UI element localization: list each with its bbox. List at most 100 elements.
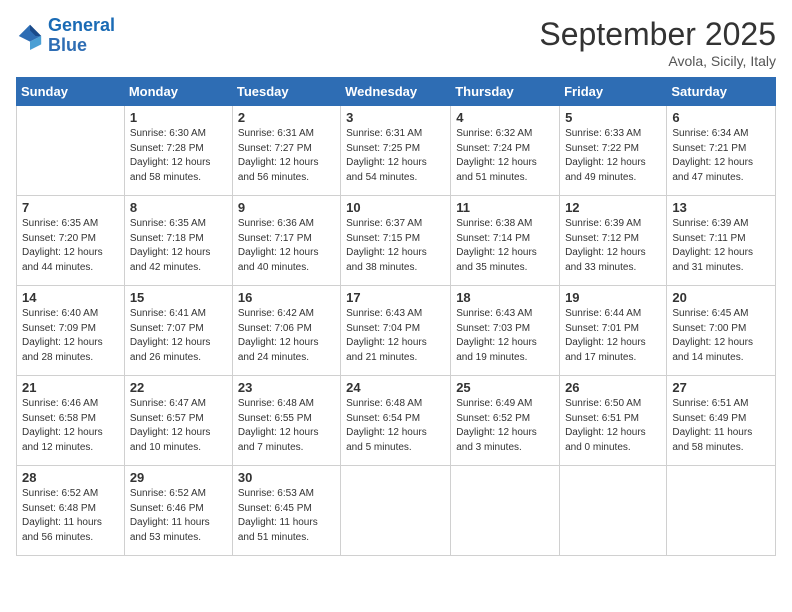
month-title: September 2025: [539, 16, 776, 53]
calendar-cell: 18 Sunrise: 6:43 AMSunset: 7:03 PMDayligh…: [451, 286, 560, 376]
logo-text: General Blue: [48, 16, 115, 56]
day-number: 21: [22, 380, 119, 395]
day-info: Sunrise: 6:40 AMSunset: 7:09 PMDaylight:…: [22, 307, 119, 365]
day-info: Sunrise: 6:49 AMSunset: 6:52 PMDaylight:…: [456, 397, 554, 455]
calendar-cell: 17 Sunrise: 6:43 AMSunset: 7:04 PMDayligh…: [341, 286, 451, 376]
day-info: Sunrise: 6:43 AMSunset: 7:04 PMDaylight:…: [346, 307, 445, 365]
calendar-cell: 3 Sunrise: 6:31 AMSunset: 7:25 PMDaylight…: [341, 106, 451, 196]
day-number: 10: [346, 200, 445, 215]
day-info: Sunrise: 6:31 AMSunset: 7:27 PMDaylight:…: [238, 127, 335, 185]
day-info: Sunrise: 6:32 AMSunset: 7:24 PMDaylight:…: [456, 127, 554, 185]
calendar-cell: 29 Sunrise: 6:52 AMSunset: 6:46 PMDayligh…: [124, 466, 232, 556]
day-info: Sunrise: 6:48 AMSunset: 6:55 PMDaylight:…: [238, 397, 335, 455]
day-number: 8: [130, 200, 227, 215]
day-info: Sunrise: 6:48 AMSunset: 6:54 PMDaylight:…: [346, 397, 445, 455]
day-number: 9: [238, 200, 335, 215]
day-number: 18: [456, 290, 554, 305]
day-number: 28: [22, 470, 119, 485]
day-info: Sunrise: 6:42 AMSunset: 7:06 PMDaylight:…: [238, 307, 335, 365]
calendar-cell: [341, 466, 451, 556]
day-info: Sunrise: 6:39 AMSunset: 7:12 PMDaylight:…: [565, 217, 661, 275]
day-info: Sunrise: 6:33 AMSunset: 7:22 PMDaylight:…: [565, 127, 661, 185]
calendar-cell: 1Sunrise: 6:30 AMSunset: 7:28 PMDaylight…: [124, 106, 232, 196]
calendar-cell: 22 Sunrise: 6:47 AMSunset: 6:57 PMDayligh…: [124, 376, 232, 466]
page-header: General Blue September 2025 Avola, Sicil…: [16, 16, 776, 69]
day-number: 19: [565, 290, 661, 305]
day-info: Sunrise: 6:37 AMSunset: 7:15 PMDaylight:…: [346, 217, 445, 275]
calendar-cell: 24Sunrise: 6:48 AMSunset: 6:54 PMDayligh…: [341, 376, 451, 466]
day-number: 13: [672, 200, 770, 215]
day-number: 1: [130, 110, 227, 125]
day-info: Sunrise: 6:47 AMSunset: 6:57 PMDaylight:…: [130, 397, 227, 455]
day-number: 22: [130, 380, 227, 395]
calendar: SundayMondayTuesdayWednesdayThursdayFrid…: [16, 77, 776, 556]
calendar-cell: 8 Sunrise: 6:35 AMSunset: 7:18 PMDaylight…: [124, 196, 232, 286]
day-info: Sunrise: 6:43 AMSunset: 7:03 PMDaylight:…: [456, 307, 554, 365]
day-info: Sunrise: 6:34 AMSunset: 7:21 PMDaylight:…: [672, 127, 770, 185]
day-number: 5: [565, 110, 661, 125]
day-number: 15: [130, 290, 227, 305]
day-info: Sunrise: 6:36 AMSunset: 7:17 PMDaylight:…: [238, 217, 335, 275]
calendar-cell: 9 Sunrise: 6:36 AMSunset: 7:17 PMDaylight…: [232, 196, 340, 286]
day-info: Sunrise: 6:41 AMSunset: 7:07 PMDaylight:…: [130, 307, 227, 365]
calendar-cell: 2 Sunrise: 6:31 AMSunset: 7:27 PMDaylight…: [232, 106, 340, 196]
logo: General Blue: [16, 16, 115, 56]
day-of-week-header: Sunday: [17, 78, 125, 106]
day-info: Sunrise: 6:50 AMSunset: 6:51 PMDaylight:…: [565, 397, 661, 455]
day-number: 26: [565, 380, 661, 395]
calendar-cell: 13 Sunrise: 6:39 AMSunset: 7:11 PMDayligh…: [667, 196, 776, 286]
day-number: 3: [346, 110, 445, 125]
calendar-cell: 19 Sunrise: 6:44 AMSunset: 7:01 PMDayligh…: [560, 286, 667, 376]
day-of-week-header: Tuesday: [232, 78, 340, 106]
calendar-cell: 10 Sunrise: 6:37 AMSunset: 7:15 PMDayligh…: [341, 196, 451, 286]
day-of-week-header: Thursday: [451, 78, 560, 106]
day-number: 23: [238, 380, 335, 395]
day-number: 14: [22, 290, 119, 305]
calendar-cell: [560, 466, 667, 556]
calendar-cell: 25Sunrise: 6:49 AMSunset: 6:52 PMDayligh…: [451, 376, 560, 466]
calendar-cell: 6 Sunrise: 6:34 AMSunset: 7:21 PMDaylight…: [667, 106, 776, 196]
calendar-cell: 7 Sunrise: 6:35 AMSunset: 7:20 PMDaylight…: [17, 196, 125, 286]
day-number: 6: [672, 110, 770, 125]
calendar-cell: 20Sunrise: 6:45 AMSunset: 7:00 PMDayligh…: [667, 286, 776, 376]
day-info: Sunrise: 6:52 AMSunset: 6:48 PMDaylight:…: [22, 487, 119, 545]
day-number: 16: [238, 290, 335, 305]
calendar-cell: [667, 466, 776, 556]
calendar-cell: [17, 106, 125, 196]
calendar-cell: [451, 466, 560, 556]
day-number: 30: [238, 470, 335, 485]
calendar-cell: 11 Sunrise: 6:38 AMSunset: 7:14 PMDayligh…: [451, 196, 560, 286]
logo-icon: [16, 22, 44, 50]
day-number: 29: [130, 470, 227, 485]
day-number: 11: [456, 200, 554, 215]
day-info: Sunrise: 6:52 AMSunset: 6:46 PMDaylight:…: [130, 487, 227, 545]
day-number: 7: [22, 200, 119, 215]
day-number: 2: [238, 110, 335, 125]
day-of-week-header: Wednesday: [341, 78, 451, 106]
day-info: Sunrise: 6:39 AMSunset: 7:11 PMDaylight:…: [672, 217, 770, 275]
day-info: Sunrise: 6:51 AMSunset: 6:49 PMDaylight:…: [672, 397, 770, 455]
location: Avola, Sicily, Italy: [539, 53, 776, 69]
day-info: Sunrise: 6:46 AMSunset: 6:58 PMDaylight:…: [22, 397, 119, 455]
day-info: Sunrise: 6:45 AMSunset: 7:00 PMDaylight:…: [672, 307, 770, 365]
calendar-cell: 15 Sunrise: 6:41 AMSunset: 7:07 PMDayligh…: [124, 286, 232, 376]
calendar-cell: 26 Sunrise: 6:50 AMSunset: 6:51 PMDayligh…: [560, 376, 667, 466]
day-of-week-header: Saturday: [667, 78, 776, 106]
day-info: Sunrise: 6:35 AMSunset: 7:20 PMDaylight:…: [22, 217, 119, 275]
calendar-cell: 23 Sunrise: 6:48 AMSunset: 6:55 PMDayligh…: [232, 376, 340, 466]
day-number: 27: [672, 380, 770, 395]
calendar-cell: 14 Sunrise: 6:40 AMSunset: 7:09 PMDayligh…: [17, 286, 125, 376]
day-info: Sunrise: 6:38 AMSunset: 7:14 PMDaylight:…: [456, 217, 554, 275]
title-block: September 2025 Avola, Sicily, Italy: [539, 16, 776, 69]
day-number: 17: [346, 290, 445, 305]
day-info: Sunrise: 6:44 AMSunset: 7:01 PMDaylight:…: [565, 307, 661, 365]
calendar-cell: 30Sunrise: 6:53 AMSunset: 6:45 PMDayligh…: [232, 466, 340, 556]
day-number: 4: [456, 110, 554, 125]
day-of-week-header: Friday: [560, 78, 667, 106]
calendar-cell: 4 Sunrise: 6:32 AMSunset: 7:24 PMDaylight…: [451, 106, 560, 196]
day-info: Sunrise: 6:31 AMSunset: 7:25 PMDaylight:…: [346, 127, 445, 185]
calendar-cell: 28 Sunrise: 6:52 AMSunset: 6:48 PMDayligh…: [17, 466, 125, 556]
calendar-cell: 12 Sunrise: 6:39 AMSunset: 7:12 PMDayligh…: [560, 196, 667, 286]
day-number: 12: [565, 200, 661, 215]
day-info: Sunrise: 6:35 AMSunset: 7:18 PMDaylight:…: [130, 217, 227, 275]
